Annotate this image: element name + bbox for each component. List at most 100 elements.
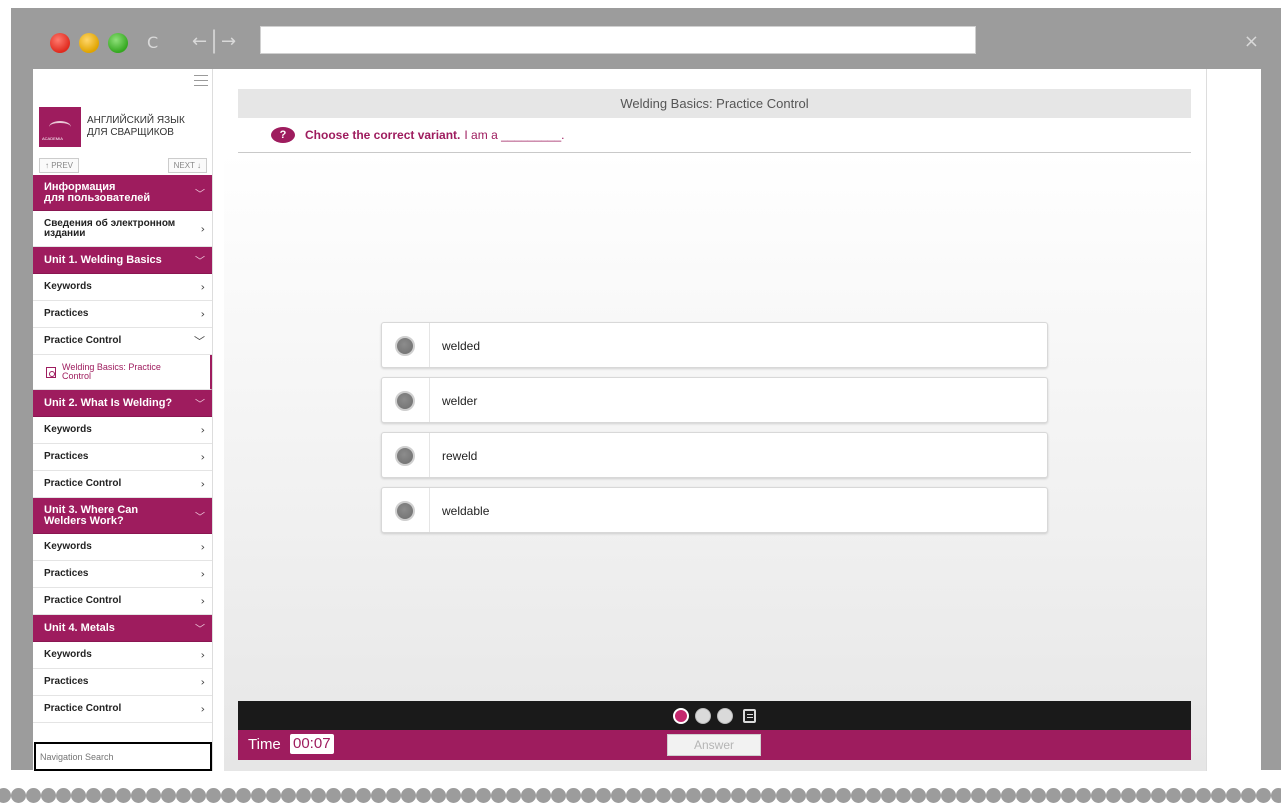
nav-item[interactable]: Keywords › (33, 274, 212, 301)
scallop-dot (1241, 788, 1256, 803)
results-document-icon[interactable] (743, 708, 756, 723)
answer-option-label: welded (442, 339, 481, 353)
nav-item[interactable]: Practice Control ﹀ (33, 328, 212, 355)
radio-button[interactable] (395, 446, 415, 466)
answer-button[interactable]: Answer (667, 734, 761, 756)
scallop-dot (1226, 788, 1241, 803)
question-dot[interactable] (695, 707, 711, 724)
nav-item[interactable]: Practices › (33, 669, 212, 696)
question-icon: ? (271, 127, 295, 143)
nav-item-active[interactable]: Welding Basics: Practice Control (33, 355, 212, 390)
scallop-dot (1181, 788, 1196, 803)
reload-icon[interactable]: C (147, 33, 158, 52)
scallop-dot (1016, 788, 1031, 803)
forward-arrow-icon[interactable]: → (221, 31, 236, 52)
nav-item[interactable]: Practices › (33, 561, 212, 588)
answer-option[interactable]: welded (381, 322, 1048, 368)
scallop-dot (0, 788, 11, 803)
radio-button[interactable] (395, 501, 415, 521)
nav-item[interactable]: Practice Control › (33, 588, 212, 615)
scallop-dot (551, 788, 566, 803)
answer-option[interactable]: weldable (381, 487, 1048, 533)
scallop-dot (896, 788, 911, 803)
scallop-dot (596, 788, 611, 803)
nav-item-label: Unit 4. Metals (44, 621, 115, 634)
question-pager (238, 701, 1191, 730)
answer-option-label: weldable (442, 504, 490, 518)
nav-item[interactable]: Practice Control › (33, 696, 212, 723)
question-instruction: Choose the correct variant. (305, 128, 461, 142)
nav-item[interactable]: Practices › (33, 301, 212, 328)
scallop-dot (761, 788, 776, 803)
maximize-window-button[interactable] (108, 33, 128, 53)
scallop-dot (791, 788, 806, 803)
nav-item-label: Информация для пользователей (44, 180, 151, 204)
question-dot-current[interactable] (673, 707, 689, 724)
scallop-dot (1061, 788, 1076, 803)
chevron-down-icon: ﹀ (195, 399, 205, 411)
navigation-search-input[interactable] (34, 742, 212, 771)
nav-section[interactable]: Unit 3. Where Can Welders Work? ﹀ (33, 498, 212, 534)
chevron-right-icon: › (200, 675, 205, 689)
chevron-down-icon: ﹀ (195, 189, 205, 200)
answer-option[interactable]: reweld (381, 432, 1048, 478)
scallop-dot (506, 788, 521, 803)
nav-section[interactable]: Unit 2. What Is Welding? ﹀ (33, 390, 212, 417)
nav-section[interactable]: Unit 4. Metals ﹀ (33, 615, 212, 642)
page-icon (46, 366, 56, 378)
scallop-dot (446, 788, 461, 803)
nav-item-label: Unit 1. Welding Basics (44, 253, 162, 266)
radio-button[interactable] (395, 336, 415, 356)
next-button[interactable]: NEXT ↓ (167, 158, 207, 173)
torn-edge-decoration (0, 788, 1281, 803)
scallop-dot (686, 788, 701, 803)
answer-options: welded welder reweld weldable (381, 322, 1048, 542)
back-arrow-icon[interactable]: ← (192, 31, 207, 52)
address-bar[interactable] (260, 26, 976, 54)
answer-option[interactable]: welder (381, 377, 1048, 423)
scallop-dot (926, 788, 941, 803)
close-icon[interactable]: × (1244, 31, 1259, 52)
nav-section[interactable]: Unit 1. Welding Basics ﹀ (33, 247, 212, 274)
scallop-dot (146, 788, 161, 803)
nav-item[interactable]: Сведения об электронном издании › (33, 211, 212, 247)
scallop-dot (821, 788, 836, 803)
prev-button[interactable]: ↑ PREV (39, 158, 80, 173)
nav-item[interactable]: Keywords › (33, 534, 212, 561)
scallop-dot (1001, 788, 1016, 803)
scallop-dot (56, 788, 71, 803)
chevron-down-icon: ﹀ (194, 335, 205, 348)
radio-button[interactable] (395, 391, 415, 411)
option-separator (429, 378, 430, 422)
minimize-window-button[interactable] (79, 33, 99, 53)
chevron-right-icon: › (200, 648, 205, 662)
nav-item[interactable]: Practice Control › (33, 471, 212, 498)
nav-item-label: Practice Control (44, 335, 122, 346)
scallop-dot (806, 788, 821, 803)
scallop-dot (386, 788, 401, 803)
chevron-right-icon: › (200, 594, 205, 608)
scallop-dot (641, 788, 656, 803)
question-dot[interactable] (717, 707, 733, 724)
nav-item[interactable]: Practices › (33, 444, 212, 471)
scallop-dot (701, 788, 716, 803)
nav-section[interactable]: Информация для пользователей ﹀ (33, 175, 212, 211)
chevron-down-icon: ﹀ (195, 512, 205, 523)
scallop-dot (326, 788, 341, 803)
scallop-dot (236, 788, 251, 803)
nav-item-label: Practice Control (44, 478, 122, 489)
close-window-button[interactable] (50, 33, 70, 53)
scallop-dot (431, 788, 446, 803)
nav-item[interactable]: Keywords › (33, 642, 212, 669)
nav-item[interactable]: Keywords › (33, 417, 212, 444)
scallop-dot (671, 788, 686, 803)
scallop-dot (206, 788, 221, 803)
scallop-dot (281, 788, 296, 803)
pager: ↑ PREV NEXT ↓ (39, 158, 207, 174)
page-title: Welding Basics: Practice Control (238, 89, 1191, 118)
scallop-dot (161, 788, 176, 803)
hamburger-menu-icon[interactable] (194, 75, 208, 87)
scallop-dot (491, 788, 506, 803)
scallop-dot (986, 788, 1001, 803)
nav-item-label: Practice Control (44, 595, 122, 606)
